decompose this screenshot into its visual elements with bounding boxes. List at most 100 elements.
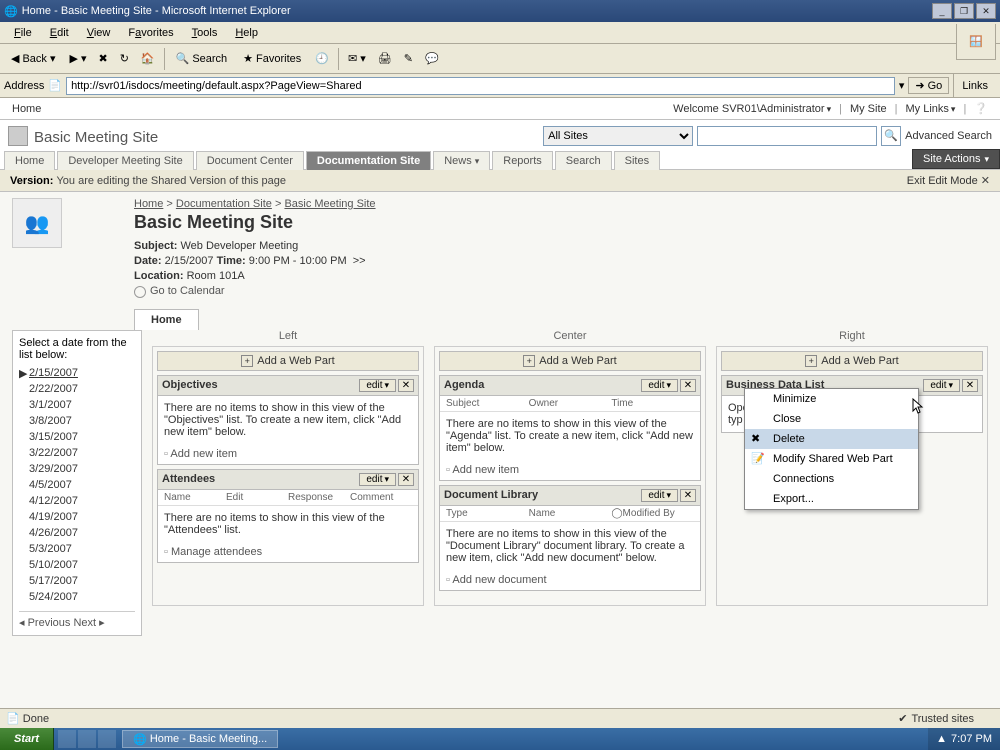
ql-ie-icon[interactable] (78, 730, 96, 748)
add-webpart-center[interactable]: +Add a Web Part (439, 351, 701, 371)
favorites-button[interactable]: ★Favorites (236, 49, 308, 68)
bdl-edit-menu[interactable]: edit (923, 379, 960, 392)
breadcrumb: Home > Documentation Site > Basic Meetin… (134, 198, 988, 210)
date-item[interactable]: 3/8/2007 (19, 413, 135, 429)
taskbar-task-ie[interactable]: 🌐 Home - Basic Meeting... (122, 730, 278, 748)
date-item[interactable]: 4/12/2007 (19, 493, 135, 509)
date-item[interactable]: 3/29/2007 (19, 461, 135, 477)
doclib-edit-menu[interactable]: edit (641, 489, 678, 502)
doclib-close[interactable]: ✕ (680, 489, 696, 502)
print-button[interactable]: 🖨 (373, 49, 397, 68)
date-item[interactable]: 5/10/2007 (19, 557, 135, 573)
ctx-minimize[interactable]: Minimize (745, 389, 918, 409)
agenda-close[interactable]: ✕ (680, 379, 696, 392)
history-button[interactable]: 🕘 (310, 49, 334, 68)
site-actions-menu[interactable]: Site Actions (912, 149, 1000, 169)
date-item[interactable]: 4/26/2007 (19, 525, 135, 541)
ctx-connections[interactable]: Connections (745, 469, 918, 489)
next-dates-link[interactable]: Next (73, 617, 96, 629)
attendees-edit-menu[interactable]: edit (359, 473, 396, 486)
ctx-delete[interactable]: ✖Delete (745, 429, 918, 449)
date-item[interactable]: 2/22/2007 (19, 381, 135, 397)
window-close-button[interactable]: ✕ (976, 3, 996, 19)
agenda-edit-menu[interactable]: edit (641, 379, 678, 392)
doclib-add-doc[interactable]: Add new document (440, 570, 700, 590)
tab-document-center[interactable]: Document Center (196, 151, 304, 170)
exit-edit-close-icon[interactable]: ✕ (981, 174, 990, 187)
help-icon[interactable]: ❔ (970, 102, 992, 115)
stop-button[interactable]: ✖ (93, 49, 112, 68)
global-home-link[interactable]: Home (8, 103, 45, 115)
sp-global-nav: Home Welcome SVR01\Administrator | My Si… (0, 98, 1000, 120)
bdl-close[interactable]: ✕ (962, 379, 978, 392)
window-minimize-button[interactable]: _ (932, 3, 952, 19)
date-item[interactable]: 5/3/2007 (19, 541, 135, 557)
ctx-close[interactable]: Close (745, 409, 918, 429)
search-button[interactable]: 🔍Search (169, 49, 235, 68)
search-scope-select[interactable]: All Sites (543, 126, 693, 146)
welcome-user[interactable]: Welcome SVR01\Administrator (669, 103, 835, 115)
date-item[interactable]: 4/5/2007 (19, 477, 135, 493)
home-button[interactable]: 🏠 (136, 49, 160, 68)
refresh-button[interactable]: ↻ (115, 49, 134, 68)
my-links[interactable]: My Links (902, 103, 960, 115)
window-restore-button[interactable]: ❐ (954, 3, 974, 19)
tab-news[interactable]: News (433, 151, 490, 170)
edit-button[interactable]: ✎ (399, 49, 418, 68)
tab-home[interactable]: Home (4, 151, 55, 170)
add-webpart-right[interactable]: +Add a Web Part (721, 351, 983, 371)
search-input[interactable] (697, 126, 877, 146)
start-button[interactable]: Start (0, 728, 54, 750)
exit-edit-mode-link[interactable]: Exit Edit Mode (907, 175, 978, 187)
add-webpart-left[interactable]: +Add a Web Part (157, 351, 419, 371)
tray-icon[interactable]: ▲ (936, 733, 947, 745)
prev-dates-link[interactable]: Previous (28, 617, 71, 629)
mail-button[interactable]: ✉▾ (343, 49, 371, 68)
menu-favorites[interactable]: Favorites (120, 25, 181, 41)
agenda-add-item[interactable]: Add new item (440, 460, 700, 480)
address-input[interactable] (66, 77, 895, 95)
menu-help[interactable]: Help (227, 25, 266, 41)
security-zone[interactable]: ✔Trusted sites (878, 712, 994, 725)
date-item[interactable]: 3/22/2007 (19, 445, 135, 461)
date-item[interactable]: 4/19/2007 (19, 509, 135, 525)
search-go-button[interactable]: 🔍 (881, 126, 901, 146)
my-site-link[interactable]: My Site (846, 103, 891, 115)
date-item[interactable]: ▶2/15/2007 (19, 365, 135, 381)
discuss-button[interactable]: 💬 (420, 49, 444, 68)
go-button[interactable]: ➜Go (908, 77, 949, 94)
date-item[interactable]: 5/17/2007 (19, 573, 135, 589)
tab-sites[interactable]: Sites (614, 151, 660, 170)
tab-documentation-site[interactable]: Documentation Site (306, 151, 431, 170)
tab-reports[interactable]: Reports (492, 151, 553, 170)
menu-edit[interactable]: Edit (42, 25, 77, 41)
menu-file[interactable]: File (6, 25, 40, 41)
workspace-tab-home[interactable]: Home (134, 309, 199, 330)
menu-view[interactable]: View (79, 25, 119, 41)
date-item[interactable]: 3/15/2007 (19, 429, 135, 445)
attendees-close[interactable]: ✕ (398, 473, 414, 486)
menu-tools[interactable]: Tools (184, 25, 226, 41)
attendees-manage[interactable]: Manage attendees (158, 542, 418, 562)
ql-app-icon[interactable] (98, 730, 116, 748)
more-times-link[interactable]: >> (353, 255, 366, 267)
breadcrumb-docsite[interactable]: Documentation Site (176, 198, 272, 210)
tab-developer-meeting[interactable]: Developer Meeting Site (57, 151, 193, 170)
date-item[interactable]: 5/24/2007 (19, 589, 135, 605)
breadcrumb-home[interactable]: Home (134, 198, 163, 210)
back-button[interactable]: ◀Back▾ (4, 49, 62, 68)
address-dropdown[interactable]: ▾ (899, 79, 905, 92)
ql-desktop-icon[interactable] (58, 730, 76, 748)
objectives-edit-menu[interactable]: edit (359, 379, 396, 392)
date-item[interactable]: 3/1/2007 (19, 397, 135, 413)
tab-search[interactable]: Search (555, 151, 612, 170)
ctx-modify-shared[interactable]: 📝Modify Shared Web Part (745, 449, 918, 469)
links-button[interactable]: Links (953, 74, 996, 98)
objectives-close[interactable]: ✕ (398, 379, 414, 392)
go-to-calendar-link[interactable]: Go to Calendar (134, 284, 225, 299)
breadcrumb-bms[interactable]: Basic Meeting Site (284, 198, 375, 210)
advanced-search-link[interactable]: Advanced Search (905, 130, 992, 142)
objectives-add-item[interactable]: Add new item (158, 444, 418, 464)
forward-button[interactable]: ▶▾ (64, 49, 91, 68)
ctx-export[interactable]: Export... (745, 489, 918, 509)
